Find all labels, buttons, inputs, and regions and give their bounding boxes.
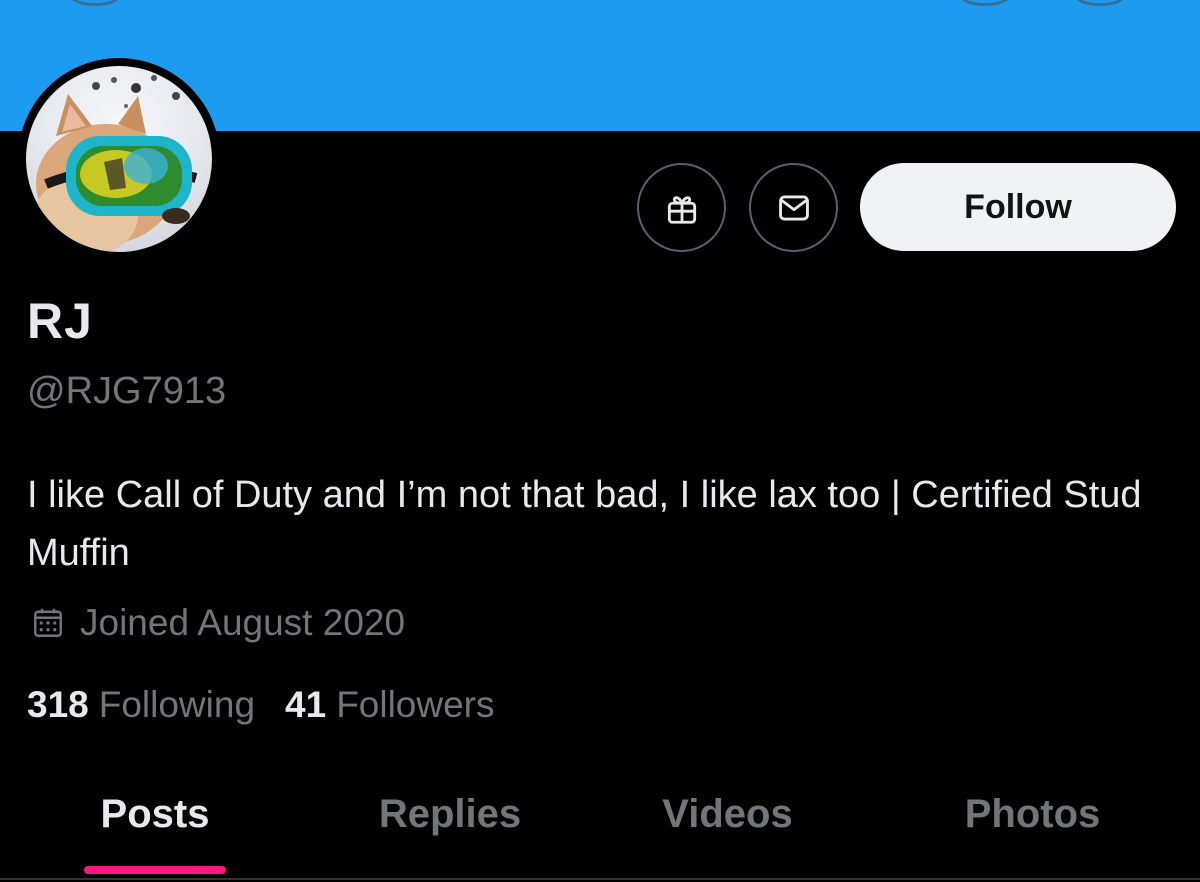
tab-label: Videos — [662, 792, 793, 836]
joined-label: Joined August 2020 — [80, 602, 406, 643]
envelope-icon — [778, 194, 809, 221]
follow-button[interactable]: Follow — [860, 163, 1176, 251]
tab-label: Photos — [964, 792, 1101, 836]
display-name: RJ — [27, 293, 93, 349]
banner-decoration — [960, 0, 1010, 6]
tab-videos[interactable]: Videos — [620, 780, 835, 880]
profile-stats: 318 Following 41 Followers — [27, 684, 525, 726]
active-tab-indicator — [84, 866, 226, 874]
followers-link[interactable]: 41 Followers — [285, 684, 494, 726]
following-link[interactable]: 318 Following — [27, 684, 255, 726]
tab-label: Replies — [378, 792, 522, 836]
gift-button[interactable] — [637, 163, 726, 252]
avatar[interactable] — [18, 58, 220, 260]
tabs-divider — [0, 878, 1200, 880]
profile-page: Follow RJ @RJG7913 I like Call of Duty a… — [0, 0, 1200, 882]
followers-label: Followers — [336, 684, 495, 725]
banner-decoration — [1075, 0, 1125, 6]
tab-photos[interactable]: Photos — [920, 780, 1145, 880]
user-handle: @RJG7913 — [27, 370, 227, 412]
gift-icon — [667, 195, 696, 224]
tab-replies[interactable]: Replies — [340, 780, 560, 880]
banner-decoration — [70, 0, 120, 6]
followers-count: 41 — [285, 684, 327, 725]
message-button[interactable] — [749, 163, 838, 252]
tab-posts[interactable]: Posts — [60, 780, 250, 880]
tab-label: Posts — [100, 792, 210, 836]
avatar-image — [26, 66, 212, 252]
calendar-icon — [34, 608, 62, 637]
profile-bio: I like Call of Duty and I’m not that bad… — [27, 474, 1142, 574]
following-label: Following — [98, 684, 256, 725]
joined-date: Joined August 2020 — [30, 602, 405, 644]
following-count: 318 — [27, 684, 89, 725]
